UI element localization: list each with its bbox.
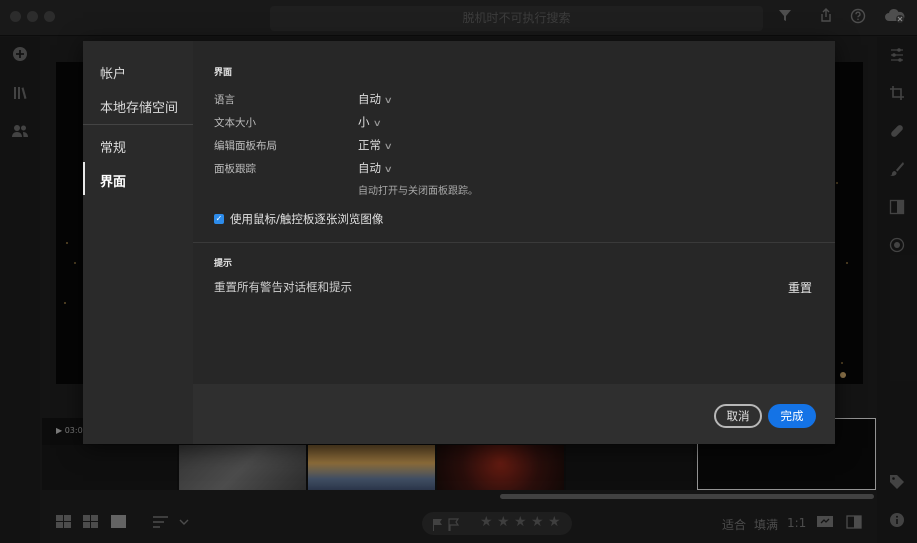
app-window: 脱机时不可执行搜索 ▶ 03:0 ★ ★ ★ ★ ★ 适合 填满 1:1 帐户 … (0, 0, 917, 543)
chevron-down-icon: ∨ (383, 96, 393, 106)
chevron-down-icon: ∨ (383, 142, 393, 152)
nav-active-indicator (83, 162, 85, 195)
panel-layout-label: 编辑面板布局 (214, 140, 277, 152)
panel-tracking-label: 面板跟踪 (214, 163, 256, 175)
panel-tracking-help: 自动打开与关闭面板跟踪。 (358, 186, 478, 197)
nav-item-local-storage[interactable]: 本地存储空间 (100, 97, 178, 116)
nav-item-interface[interactable]: 界面 (100, 171, 126, 190)
nav-item-account[interactable]: 帐户 (100, 63, 126, 82)
panel-tracking-select[interactable]: 自动 ∨ (358, 160, 393, 176)
section-title-interface: 界面 (214, 68, 233, 78)
reset-tips-button[interactable]: 重置 (788, 279, 812, 296)
scroll-browse-label[interactable]: 使用鼠标/触控板逐张浏览图像 (230, 211, 383, 227)
done-button[interactable]: 完成 (768, 404, 816, 428)
scroll-browse-checkbox[interactable]: ✓ (214, 214, 224, 224)
nav-divider (83, 124, 193, 125)
section-divider (193, 242, 835, 243)
nav-item-general[interactable]: 常规 (100, 137, 126, 156)
chevron-down-icon: ∨ (383, 165, 393, 175)
language-select[interactable]: 自动 ∨ (358, 91, 393, 107)
reset-tips-label: 重置所有警告对话框和提示 (214, 280, 352, 294)
preferences-dialog: 帐户 本地存储空间 常规 界面 界面 语言 自动 ∨ 文本大小 小 ∨ 编辑面板布局… (83, 41, 835, 444)
language-label: 语言 (214, 94, 235, 106)
cancel-button[interactable]: 取消 (714, 404, 762, 428)
preferences-nav: 帐户 本地存储空间 常规 界面 (83, 41, 193, 444)
preferences-content: 界面 语言 自动 ∨ 文本大小 小 ∨ 编辑面板布局 正常 ∨ 面板跟踪 自动 ∨ 自动… (193, 41, 835, 384)
text-size-label: 文本大小 (214, 117, 256, 129)
chevron-down-icon: ∨ (372, 119, 382, 129)
panel-layout-select[interactable]: 正常 ∨ (358, 137, 393, 153)
text-size-select[interactable]: 小 ∨ (358, 114, 382, 130)
section-title-tips: 提示 (214, 259, 233, 269)
